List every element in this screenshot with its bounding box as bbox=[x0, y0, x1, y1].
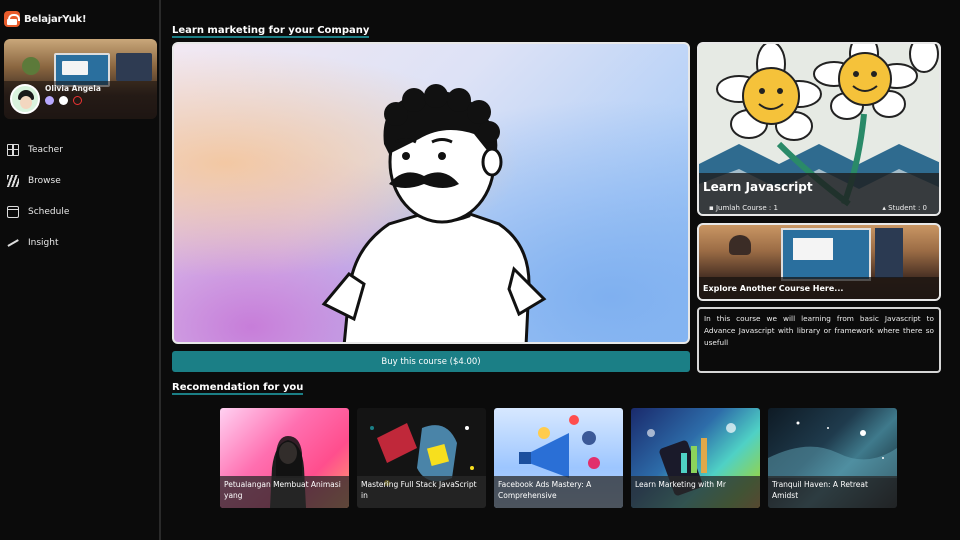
recommendation-title-text: Petualangan Membuat Animasi yang bbox=[224, 480, 341, 500]
recommendation-list: Petualangan Membuat Animasi yang Masteri… bbox=[220, 408, 897, 508]
explore-label: Explore Another Course Here... bbox=[703, 284, 844, 293]
profile-name: Olivia Angela bbox=[45, 84, 101, 93]
insight-icon bbox=[7, 237, 19, 249]
browse-icon bbox=[7, 174, 19, 187]
recommendation-title-text: Learn Marketing with Mr bbox=[635, 480, 726, 489]
section-title: Learn marketing for your Company bbox=[172, 25, 370, 38]
avatar[interactable] bbox=[10, 84, 40, 114]
recommendation-title-text: Facebook Ads Mastery: A Comprehensive bbox=[498, 480, 592, 500]
hero-course-image[interactable] bbox=[172, 42, 690, 344]
sidebar-item-label: Teacher bbox=[28, 144, 63, 155]
lamp-illustration bbox=[729, 235, 751, 255]
student-count: ▴ Student : 0 bbox=[882, 204, 927, 212]
recommendation-title: Recomendation for you bbox=[172, 382, 304, 395]
power-icon[interactable] bbox=[73, 96, 82, 105]
course-description: In this course we will learning from bas… bbox=[697, 307, 941, 373]
course-title: Learn Javascript bbox=[703, 180, 813, 194]
calendar-icon bbox=[7, 205, 19, 218]
moon-icon[interactable] bbox=[45, 96, 54, 105]
recommendation-caption: Facebook Ads Mastery: A Comprehensive bbox=[494, 476, 623, 508]
recommendation-caption: Petualangan Membuat Animasi yang bbox=[220, 476, 349, 508]
brand-name: BelajarYuk! bbox=[24, 13, 87, 25]
graduation-cap-icon: ▴ bbox=[882, 204, 886, 212]
recommendation-card[interactable]: Mastering Full Stack JavaScript in bbox=[357, 408, 486, 508]
sidebar-item-label: Schedule bbox=[28, 206, 70, 217]
sidebar-item-insight[interactable]: Insight bbox=[7, 227, 157, 258]
buy-course-button[interactable]: Buy this course ($4.00) bbox=[172, 351, 690, 372]
recommendation-title-text: Mastering Full Stack JavaScript in bbox=[361, 480, 477, 500]
second-monitor-illustration bbox=[875, 228, 903, 278]
sidebar-item-label: Insight bbox=[28, 237, 59, 248]
sidebar-item-schedule[interactable]: Schedule bbox=[7, 196, 157, 227]
book-icon: ▪ bbox=[709, 204, 714, 212]
course-card-javascript[interactable]: Learn Javascript ▪ Jumlah Course : 1 ▴ S… bbox=[697, 42, 941, 216]
github-icon[interactable] bbox=[59, 96, 68, 105]
course-count-text: Jumlah Course : 1 bbox=[715, 204, 778, 212]
window-illustration bbox=[116, 53, 152, 81]
sidebar-item-browse[interactable]: Browse bbox=[7, 165, 157, 196]
plant-illustration bbox=[22, 57, 40, 75]
sidebar-item-label: Browse bbox=[28, 175, 61, 186]
profile-actions bbox=[45, 96, 82, 105]
student-count-text: Student : 0 bbox=[888, 204, 927, 212]
recommendation-card[interactable]: Tranquil Haven: A Retreat Amidst bbox=[768, 408, 897, 508]
recommendation-card[interactable]: Petualangan Membuat Animasi yang bbox=[220, 408, 349, 508]
sidebar-item-teacher[interactable]: Teacher bbox=[7, 134, 157, 165]
sidebar-nav: Teacher Browse Schedule Insight bbox=[7, 134, 157, 258]
recommendation-title-text: Tranquil Haven: A Retreat Amidst bbox=[772, 480, 868, 500]
course-count: ▪ Jumlah Course : 1 bbox=[709, 204, 778, 212]
lock-bag-icon bbox=[4, 11, 20, 27]
recommendation-card[interactable]: Learn Marketing with Mr bbox=[631, 408, 760, 508]
man-illustration bbox=[321, 84, 547, 342]
explore-course-card[interactable]: Explore Another Course Here... bbox=[697, 223, 941, 301]
monitor-illustration bbox=[781, 228, 871, 281]
recommendation-caption: Learn Marketing with Mr bbox=[631, 476, 760, 508]
brand[interactable]: BelajarYuk! bbox=[4, 11, 87, 27]
recommendation-caption: Tranquil Haven: A Retreat Amidst bbox=[768, 476, 897, 508]
grid-icon bbox=[7, 143, 19, 156]
profile-card[interactable]: Olivia Angela bbox=[4, 39, 157, 119]
recommendation-caption: Mastering Full Stack JavaScript in bbox=[357, 476, 486, 508]
sidebar: BelajarYuk! Olivia Angela Teacher Browse… bbox=[0, 0, 161, 540]
recommendation-card[interactable]: Facebook Ads Mastery: A Comprehensive bbox=[494, 408, 623, 508]
